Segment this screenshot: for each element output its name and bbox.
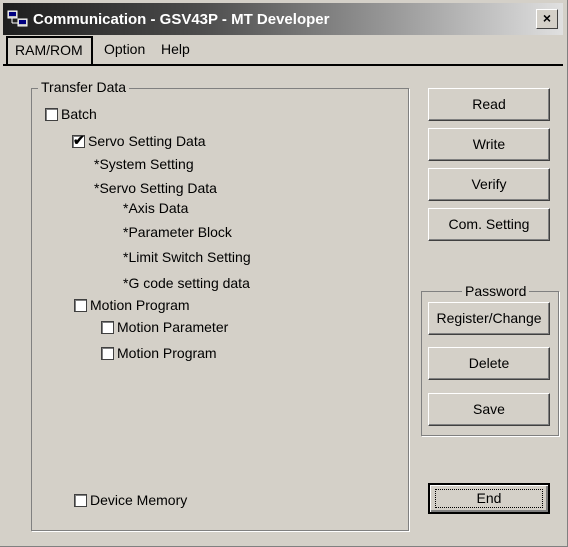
g-code-setting-data-text: *G code setting data (123, 275, 250, 291)
transfer-data-title: Transfer Data (38, 79, 130, 95)
motion-program-checkbox[interactable] (74, 299, 87, 312)
device-memory-label: Device Memory (90, 492, 188, 508)
window-title: Communication - GSV43P - MT Developer (33, 11, 330, 28)
menu-bar: RAM/ROM Option Help (3, 36, 563, 66)
title-bar[interactable]: Communication - GSV43P - MT Developer × (3, 3, 563, 35)
com-setting-button[interactable]: Com. Setting (428, 208, 550, 241)
write-button-label: Write (472, 136, 506, 152)
save-button-label: Save (473, 401, 505, 417)
menu-ram-rom[interactable]: RAM/ROM (6, 36, 93, 66)
close-button[interactable]: × (536, 9, 558, 29)
motion-program-checkbox-row[interactable]: Motion Program (74, 297, 190, 313)
servo-setting-data-checkbox[interactable]: ✔ (72, 132, 85, 148)
read-button-label: Read (472, 96, 506, 112)
axis-data-text: *Axis Data (123, 200, 189, 216)
system-setting-text: *System Setting (94, 156, 194, 172)
communication-window: Communication - GSV43P - MT Developer × … (0, 0, 568, 547)
batch-checkbox-row[interactable]: Batch (45, 106, 97, 122)
focus-rectangle (435, 489, 543, 508)
parameter-block-text: *Parameter Block (123, 224, 232, 240)
close-icon: × (542, 10, 552, 26)
motion-program-sub-checkbox-row[interactable]: Motion Program (101, 345, 217, 361)
checkmark-icon: ✔ (73, 132, 85, 148)
menu-ram-rom-label: RAM/ROM (15, 42, 83, 58)
register-change-button-label: Register/Change (436, 310, 542, 326)
servo-setting-data-checkbox-row[interactable]: ✔ Servo Setting Data (72, 132, 206, 149)
batch-checkbox[interactable] (45, 108, 58, 121)
batch-label: Batch (61, 106, 97, 122)
menu-help[interactable]: Help (161, 41, 190, 57)
register-change-button[interactable]: Register/Change (428, 302, 550, 335)
servo-setting-data-label: Servo Setting Data (88, 133, 206, 149)
communication-icon (7, 10, 28, 27)
verify-button-label: Verify (471, 176, 507, 192)
motion-parameter-checkbox[interactable] (101, 321, 114, 334)
delete-button[interactable]: Delete (428, 347, 550, 380)
menu-option[interactable]: Option (104, 41, 145, 57)
verify-button[interactable]: Verify (428, 168, 550, 201)
end-button[interactable]: End (428, 483, 550, 514)
motion-parameter-label: Motion Parameter (117, 319, 229, 335)
com-setting-button-label: Com. Setting (448, 216, 530, 232)
motion-program-sub-checkbox[interactable] (101, 347, 114, 360)
servo-setting-data-text: *Servo Setting Data (94, 180, 217, 196)
device-memory-checkbox-row[interactable]: Device Memory (74, 492, 187, 508)
motion-program-sub-label: Motion Program (117, 345, 217, 361)
password-title: Password (462, 283, 530, 299)
motion-parameter-checkbox-row[interactable]: Motion Parameter (101, 319, 228, 335)
delete-button-label: Delete (468, 355, 510, 371)
save-button[interactable]: Save (428, 393, 550, 426)
device-memory-checkbox[interactable] (74, 494, 87, 507)
motion-program-label: Motion Program (90, 297, 190, 313)
limit-switch-setting-text: *Limit Switch Setting (123, 249, 251, 265)
write-button[interactable]: Write (428, 128, 550, 161)
read-button[interactable]: Read (428, 88, 550, 121)
